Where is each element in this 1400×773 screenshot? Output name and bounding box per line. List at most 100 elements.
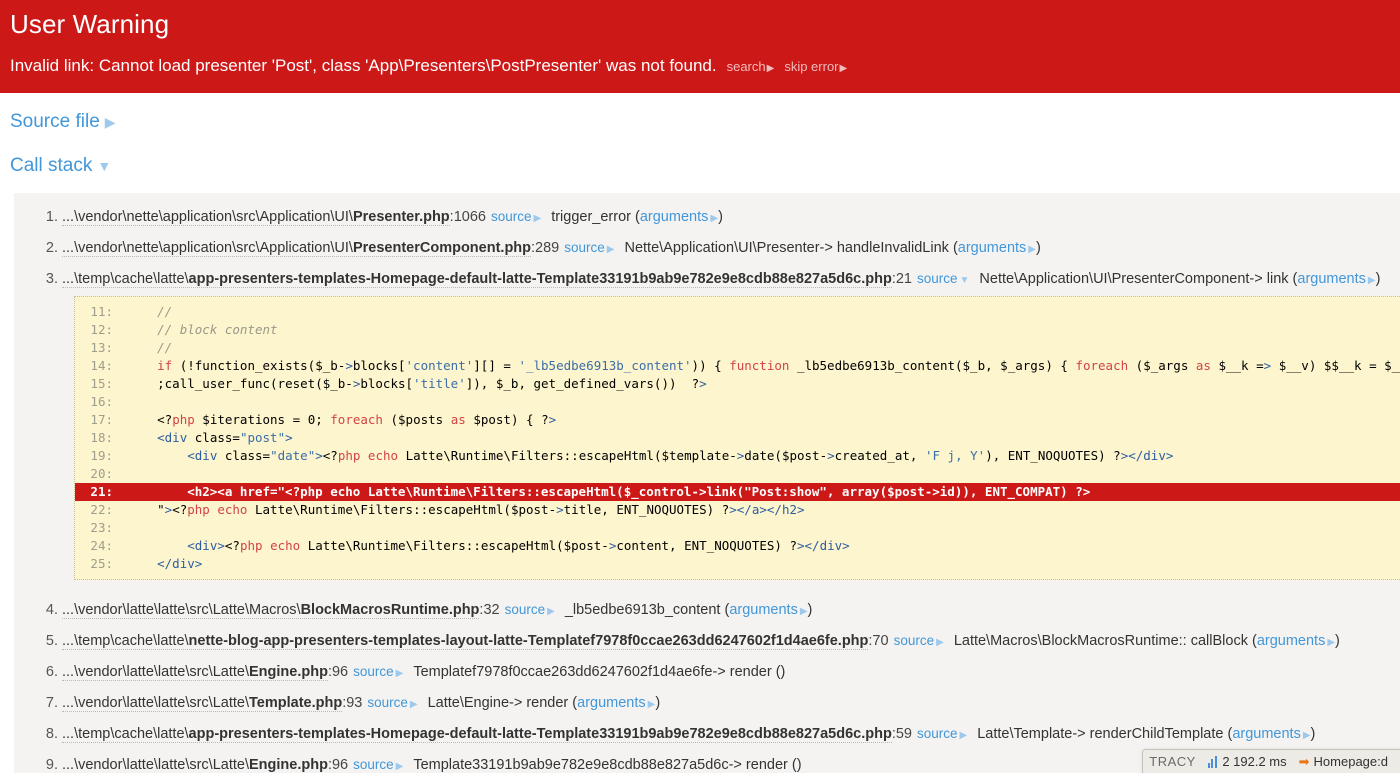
stack-file-line: :70 [868, 632, 889, 649]
call-stack-item: ...\vendor\nette\application\src\Applica… [62, 205, 1400, 236]
arguments-link[interactable]: arguments ▶ [577, 695, 655, 711]
stack-file-basename: nette-blog-app-presenters-templates-layo… [188, 632, 869, 649]
triangle-right-icon: ▶ [1028, 243, 1036, 255]
code-line-text: // [157, 339, 173, 355]
call-stack-item: ...\vendor\latte\latte\src\Latte\Templat… [62, 691, 1400, 722]
code-line-number: 11: [90, 303, 113, 319]
arguments-link[interactable]: arguments ▶ [640, 209, 718, 225]
tracy-presenter-label: Homepage:d [1313, 754, 1388, 769]
code-line-number: 24: [90, 537, 113, 553]
code-line-text: // [157, 303, 173, 319]
source-link[interactable]: source ▶ [491, 209, 541, 224]
stack-file-basename: Engine.php [249, 663, 328, 680]
code-line: 24: <div><?php echo Latte\Runtime\Filter… [75, 537, 1400, 555]
section-call-stack[interactable]: Call stack ▼ [0, 137, 1400, 181]
source-link[interactable]: source ▶ [367, 695, 417, 710]
stack-file-line: :289 [531, 239, 560, 256]
source-link[interactable]: source ▶ [564, 240, 614, 255]
stack-file-basename: Engine.php [249, 756, 328, 773]
code-line: 17: <?php $iterations = 0; foreach ($pos… [75, 411, 1400, 429]
stack-call-label: Latte\Template-> renderChildTemplate (ar… [977, 725, 1316, 742]
call-stack-item: ...\vendor\nette\application\src\Applica… [62, 236, 1400, 267]
skip-error-link[interactable]: skip error▶ [784, 59, 847, 74]
triangle-right-icon: ▶ [606, 243, 615, 255]
code-line: 15: ;call_user_func(reset($_b->blocks['t… [75, 375, 1400, 393]
code-line: 22: "><?php echo Latte\Runtime\Filters::… [75, 501, 1400, 519]
source-link[interactable]: source ▶ [894, 633, 944, 648]
triangle-right-icon: ▶ [1367, 274, 1376, 286]
tracy-debug-bar[interactable]: TRACY 2 192.2 ms ➡ Homepage:d [1142, 749, 1400, 773]
stack-call-label: Latte\Macros\BlockMacrosRuntime:: callBl… [953, 632, 1340, 649]
code-line-number: 18: [90, 429, 113, 445]
stack-file-basename: PresenterComponent.php [352, 239, 532, 256]
code-line-text: </div> [157, 555, 203, 571]
code-line: 25: </div> [75, 555, 1400, 573]
stack-file-link[interactable]: ...\vendor\nette\application\src\Applica… [62, 239, 532, 257]
stack-call-label: Template33191b9ab9e782e9e8cdb88e827a5d6c… [413, 756, 802, 773]
source-link[interactable]: source ▼ [917, 271, 969, 286]
stack-call-label: Nette\Application\UI\PresenterComponent-… [979, 270, 1381, 287]
arguments-link[interactable]: arguments ▶ [1297, 271, 1375, 287]
call-stack-item: ...\vendor\latte\latte\src\Latte\Macros\… [62, 598, 1400, 629]
source-link[interactable]: source ▶ [353, 757, 403, 772]
stack-file-link[interactable]: ...\vendor\latte\latte\src\Latte\Engine.… [62, 663, 328, 681]
triangle-right-icon: ▶ [395, 667, 404, 679]
triangle-right-icon: ▶ [710, 212, 719, 224]
skip-error-link-label: skip error [784, 58, 839, 74]
search-link[interactable]: search▶ [727, 59, 775, 74]
search-link-label: search [726, 58, 766, 74]
source-link[interactable]: source ▶ [353, 664, 403, 679]
stack-file-link[interactable]: ...\temp\cache\latte\app-presenters-temp… [62, 725, 892, 743]
code-line: 16: [75, 393, 1400, 411]
code-line-number: 13: [90, 339, 113, 355]
bar-chart-icon [1207, 755, 1219, 768]
orange-arrow-icon: ➡ [1298, 754, 1310, 769]
error-message: Invalid link: Cannot load presenter 'Pos… [10, 55, 717, 75]
code-line-text: <div class="date"><?php echo Latte\Runti… [187, 447, 1174, 463]
code-line: 11: // [75, 303, 1400, 321]
code-line-text: if (!function_exists($_b->blocks['conten… [157, 357, 1400, 373]
stack-call-label: trigger_error (arguments ▶) [551, 208, 723, 225]
arguments-link[interactable]: arguments ▶ [958, 240, 1036, 256]
section-source-file-label: Source file [10, 110, 100, 132]
stack-file-link[interactable]: ...\vendor\latte\latte\src\Latte\Macros\… [62, 601, 480, 619]
arguments-link[interactable]: arguments ▶ [1232, 726, 1310, 742]
triangle-right-icon: ▶ [1327, 636, 1336, 648]
section-source-file[interactable]: Source file ▶ [0, 93, 1400, 137]
stack-file-link[interactable]: ...\vendor\nette\application\src\Applica… [62, 208, 450, 226]
call-stack-item: ...\vendor\latte\latte\src\Latte\Engine.… [62, 660, 1400, 691]
triangle-right-icon: ▶ [395, 760, 404, 772]
triangle-right-icon: ▶ [409, 698, 418, 710]
section-call-stack-label: Call stack [10, 154, 93, 176]
triangle-right-icon: ▶ [1302, 729, 1311, 741]
arguments-link[interactable]: arguments ▶ [729, 602, 807, 618]
source-code-block: 11: //12: // block content 13: //14: if (… [74, 295, 1400, 580]
triangle-right-icon: ▶ [799, 605, 808, 617]
code-line: 19: <div class="date"><?php echo Latte\R… [75, 447, 1400, 465]
code-line: 12: // block content [75, 321, 1400, 339]
triangle-right-icon: ▶ [647, 698, 656, 710]
triangle-right-icon: ▶ [959, 729, 968, 741]
triangle-down-icon: ▼ [959, 274, 970, 286]
code-line-number: 19: [90, 447, 113, 463]
error-message-row: Invalid link: Cannot load presenter 'Pos… [0, 43, 1400, 79]
stack-file-link[interactable]: ...\vendor\latte\latte\src\Latte\Engine.… [62, 756, 328, 773]
code-line-text: // block content [157, 321, 278, 337]
stack-file-link[interactable]: ...\temp\cache\latte\app-presenters-temp… [62, 270, 892, 288]
stack-call-label: Templatef7978f0ccae263dd6247602f1d4ae6fe… [413, 663, 786, 680]
code-line-number: 25: [90, 555, 113, 571]
tracy-time-panel[interactable]: 2 192.2 ms [1202, 750, 1293, 773]
stack-call-label: _lb5edbe6913b_content (arguments ▶) [564, 601, 813, 618]
code-line-number: 12: [90, 321, 113, 337]
code-line-highlighted: 21: <h2><a href="<?php echo Latte\Runtim… [75, 482, 1400, 501]
stack-file-link[interactable]: ...\vendor\latte\latte\src\Latte\Templat… [62, 694, 343, 712]
arguments-link[interactable]: arguments ▶ [1257, 633, 1335, 649]
stack-file-link[interactable]: ...\temp\cache\latte\nette-blog-app-pres… [62, 632, 869, 650]
source-link[interactable]: source ▶ [917, 726, 967, 741]
tracy-presenter-panel[interactable]: ➡ Homepage:d [1293, 750, 1394, 773]
tracy-logo[interactable]: TRACY [1143, 750, 1202, 773]
stack-file-basename: Presenter.php [352, 208, 450, 225]
source-link[interactable]: source ▶ [505, 602, 555, 617]
stack-call-label: Nette\Application\UI\Presenter-> handleI… [624, 239, 1041, 256]
stack-file-basename: BlockMacrosRuntime.php [300, 601, 480, 618]
